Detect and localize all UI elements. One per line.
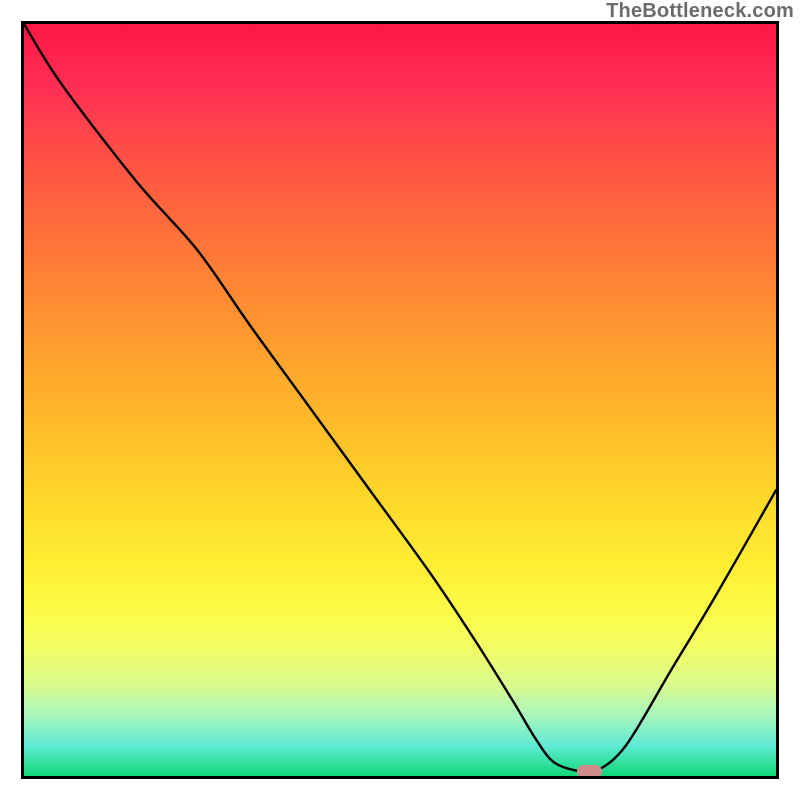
curve-svg [24, 24, 776, 776]
bottleneck-chart: TheBottleneck.com [0, 0, 800, 800]
plot-area [21, 21, 779, 779]
bottleneck-curve [24, 24, 776, 774]
optimum-marker [577, 765, 601, 778]
attribution-label: TheBottleneck.com [606, 0, 794, 23]
